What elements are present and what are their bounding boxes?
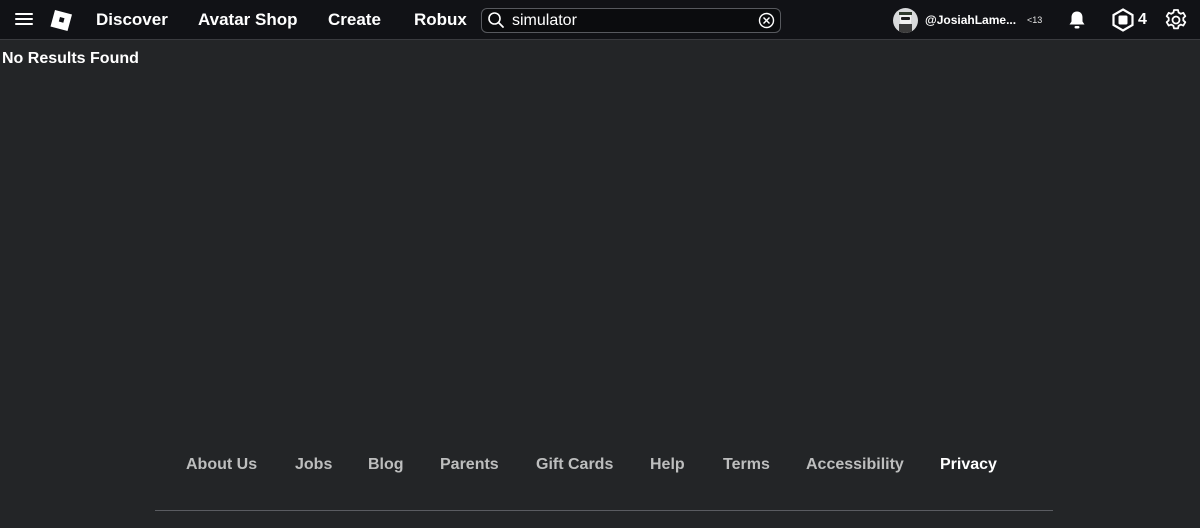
bell-icon[interactable] (1066, 9, 1088, 31)
footer-link-jobs[interactable]: Jobs (295, 454, 332, 476)
nav-robux[interactable]: Robux (414, 0, 467, 40)
footer-links: About Us Jobs Blog Parents Gift Cards He… (0, 454, 1200, 476)
roblox-logo[interactable] (49, 8, 73, 32)
footer-link-privacy[interactable]: Privacy (940, 454, 997, 476)
menu-icon[interactable] (12, 10, 36, 30)
footer-link-blog[interactable]: Blog (368, 454, 404, 476)
robux-icon (1112, 8, 1134, 32)
no-results-message: No Results Found (2, 50, 139, 67)
age-badge: <13 (1027, 15, 1043, 25)
nav-avatar-shop[interactable]: Avatar Shop (198, 0, 298, 40)
search-input[interactable] (512, 10, 742, 31)
footer-link-help[interactable]: Help (650, 454, 685, 476)
avatar[interactable] (893, 8, 918, 33)
search-box (481, 8, 781, 33)
top-navigation-bar: Discover Avatar Shop Create Robux @Josia… (0, 0, 1200, 40)
footer-link-terms[interactable]: Terms (723, 454, 770, 476)
robux-button[interactable]: 4 (1111, 8, 1153, 32)
username-label[interactable]: @JosiahLame... (925, 0, 1016, 40)
clear-icon[interactable] (758, 12, 775, 29)
footer-link-accessibility[interactable]: Accessibility (806, 454, 904, 476)
nav-create[interactable]: Create (328, 0, 381, 40)
search-icon[interactable] (487, 11, 505, 29)
footer-link-parents[interactable]: Parents (440, 454, 499, 476)
nav-discover[interactable]: Discover (96, 0, 168, 40)
footer-link-gift-cards[interactable]: Gift Cards (536, 454, 613, 476)
robux-count: 4 (1138, 11, 1147, 28)
footer-divider (155, 510, 1053, 511)
gear-icon[interactable] (1164, 8, 1188, 32)
footer-link-about-us[interactable]: About Us (186, 454, 257, 476)
